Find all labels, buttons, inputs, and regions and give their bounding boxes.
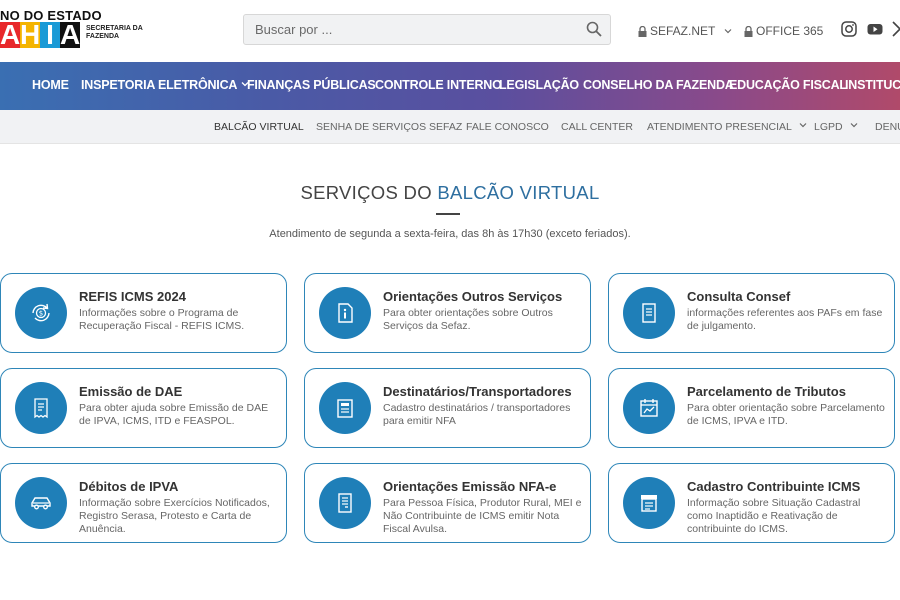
subnav-senha-servicos[interactable]: SENHA DE SERVIÇOS SEFAZ: [316, 121, 462, 133]
logo-letter-i: I: [40, 21, 60, 49]
card-title: Destinatários/Transportadores: [383, 384, 572, 399]
lock-icon: [744, 25, 753, 37]
sefaz-net-link[interactable]: SEFAZ.NET: [638, 24, 732, 38]
form-icon: [337, 399, 353, 418]
subnav-denuncia[interactable]: DENÚ: [875, 121, 900, 133]
sub-navigation: BALCÃO VIRTUAL SENHA DE SERVIÇOS SEFAZ F…: [0, 110, 900, 144]
card-icon-circle: [319, 382, 371, 434]
subnav-balcao-virtual[interactable]: BALCÃO VIRTUAL: [214, 121, 304, 133]
card-consulta-consef[interactable]: Consulta Consef informações referentes a…: [608, 273, 895, 353]
card-icon-circle: [623, 382, 675, 434]
card-icon-circle: [623, 287, 675, 339]
page-subtitle: Atendimento de segunda a sexta-feira, da…: [269, 228, 631, 240]
calendar-chart-icon: [640, 399, 658, 417]
card-description: informações referentes aos PAFs em fase …: [687, 307, 883, 332]
card-title: Orientações Emissão NFA-e: [383, 479, 557, 494]
title-prefix: SERVIÇOS DO: [300, 182, 438, 203]
subnav-fale-conosco[interactable]: FALE CONOSCO: [466, 121, 549, 133]
card-orientacoes-emissao-nfa-e[interactable]: Orientações Emissão NFA-e Para Pessoa Fí…: [304, 463, 591, 543]
office-365-label: OFFICE 365: [756, 24, 824, 38]
card-icon-circle: [623, 477, 675, 529]
logo-wordmark: A H I A: [0, 19, 81, 50]
card-title: Cadastro Contribuinte ICMS: [687, 479, 861, 494]
card-description: Para obter ajuda sobre Emissão de DAE de…: [79, 402, 269, 427]
svg-text:$: $: [39, 310, 43, 318]
card-title: Consulta Consef: [687, 289, 791, 304]
chevron-down-icon: [850, 123, 858, 128]
nav-home[interactable]: HOME: [32, 78, 69, 92]
card-icon-circle: [15, 477, 67, 529]
x-twitter-icon[interactable]: [892, 21, 900, 37]
chevron-down-icon: [799, 123, 807, 128]
card-icon-circle: [15, 382, 67, 434]
card-icon-circle: $: [15, 287, 67, 339]
nav-institucional[interactable]: INSTITUCIO: [845, 78, 900, 92]
store-icon: [641, 495, 657, 512]
card-description: Para obter orientações sobre Outros Serv…: [383, 307, 553, 332]
youtube-icon[interactable]: [867, 21, 883, 37]
card-description: Informações sobre o Programa de Recupera…: [79, 307, 245, 332]
card-description: Para Pessoa Física, Produtor Rural, MEI …: [383, 497, 582, 535]
car-icon: [31, 497, 51, 510]
logo-letter-a2: A: [60, 19, 81, 50]
card-destinatarios-transportadores[interactable]: Destinatários/Transportadores Cadastro d…: [304, 368, 591, 448]
subnav-atendimento-presencial[interactable]: ATENDIMENTO PRESENCIAL: [647, 121, 807, 133]
info-document-icon: [338, 303, 353, 323]
subnav-lgpd[interactable]: LGPD: [814, 121, 858, 133]
card-description: Para obter orientação sobre Parcelamento…: [687, 402, 885, 427]
invoice-icon: [338, 493, 352, 513]
subnav-atendimento-label: ATENDIMENTO PRESENCIAL: [647, 121, 792, 133]
nav-financas-publicas[interactable]: FINANÇAS PÚBLICAS: [247, 78, 376, 92]
search-icon[interactable]: [586, 21, 602, 37]
card-title: Débitos de IPVA: [79, 479, 179, 494]
nav-educacao-fiscal[interactable]: EDUCAÇÃO FISCAL: [729, 78, 847, 92]
page-title: SERVIÇOS DO BALCÃO VIRTUAL: [0, 182, 900, 204]
title-highlight: BALCÃO VIRTUAL: [437, 182, 600, 203]
card-title: Emissão de DAE: [79, 384, 183, 399]
card-icon-circle: [319, 477, 371, 529]
nav-controle-interno[interactable]: CONTROLE INTERNO: [375, 78, 502, 92]
logo-letter-a: A: [0, 19, 21, 50]
subnav-lgpd-label: LGPD: [814, 121, 843, 133]
subnav-call-center[interactable]: CALL CENTER: [561, 121, 633, 133]
receipt-icon: [34, 398, 48, 419]
site-header: NO DO ESTADO A H I A SECRETARIA DA FAZEN…: [0, 0, 900, 62]
instagram-icon[interactable]: [841, 21, 857, 37]
lock-icon: [638, 25, 647, 37]
site-logo[interactable]: NO DO ESTADO A H I A SECRETARIA DA FAZEN…: [0, 8, 143, 52]
card-icon-circle: [319, 287, 371, 339]
logo-letter-h: H: [20, 19, 41, 50]
card-emissao-dae[interactable]: Emissão de DAE Para obter ajuda sobre Em…: [0, 368, 287, 448]
card-description: Informação sobre Exercícios Notificados,…: [79, 497, 270, 535]
search-input[interactable]: [244, 15, 564, 44]
title-divider: [436, 213, 460, 215]
card-description: Cadastro destinatários / transportadores…: [383, 402, 571, 427]
main-navigation: HOME INSPETORIA ELETRÔNICA FINANÇAS PÚBL…: [0, 62, 900, 110]
nav-legislacao[interactable]: LEGISLAÇÃO: [499, 78, 579, 92]
card-title: Parcelamento de Tributos: [687, 384, 846, 399]
card-description: Informação sobre Situação Cadastral como…: [687, 497, 861, 535]
card-debitos-ipva[interactable]: Débitos de IPVA Informação sobre Exercíc…: [0, 463, 287, 543]
card-refis-icms[interactable]: $ REFIS ICMS 2024 Informações sobre o Pr…: [0, 273, 287, 353]
card-orientacoes-outros-servicos[interactable]: Orientações Outros Serviços Para obter o…: [304, 273, 591, 353]
search-box: [243, 14, 611, 45]
chevron-down-icon: [724, 29, 732, 34]
sefaz-net-label: SEFAZ.NET: [650, 24, 716, 38]
card-parcelamento-tributos[interactable]: Parcelamento de Tributos Para obter orie…: [608, 368, 895, 448]
nav-inspetoria-eletronica[interactable]: INSPETORIA ELETRÔNICA: [81, 78, 249, 92]
nav-inspetoria-label: INSPETORIA ELETRÔNICA: [81, 78, 238, 92]
card-title: Orientações Outros Serviços: [383, 289, 563, 304]
document-icon: [642, 303, 656, 323]
office-365-link[interactable]: OFFICE 365: [744, 24, 823, 38]
logo-secretaria: SECRETARIA DA FAZENDA: [86, 25, 143, 40]
nav-conselho-da-fazenda[interactable]: CONSELHO DA FAZENDA: [583, 78, 734, 92]
card-cadastro-contribuinte-icms[interactable]: Cadastro Contribuinte ICMS Informação so…: [608, 463, 895, 543]
card-title: REFIS ICMS 2024: [79, 289, 186, 304]
dollar-refresh-icon: $: [32, 303, 50, 322]
